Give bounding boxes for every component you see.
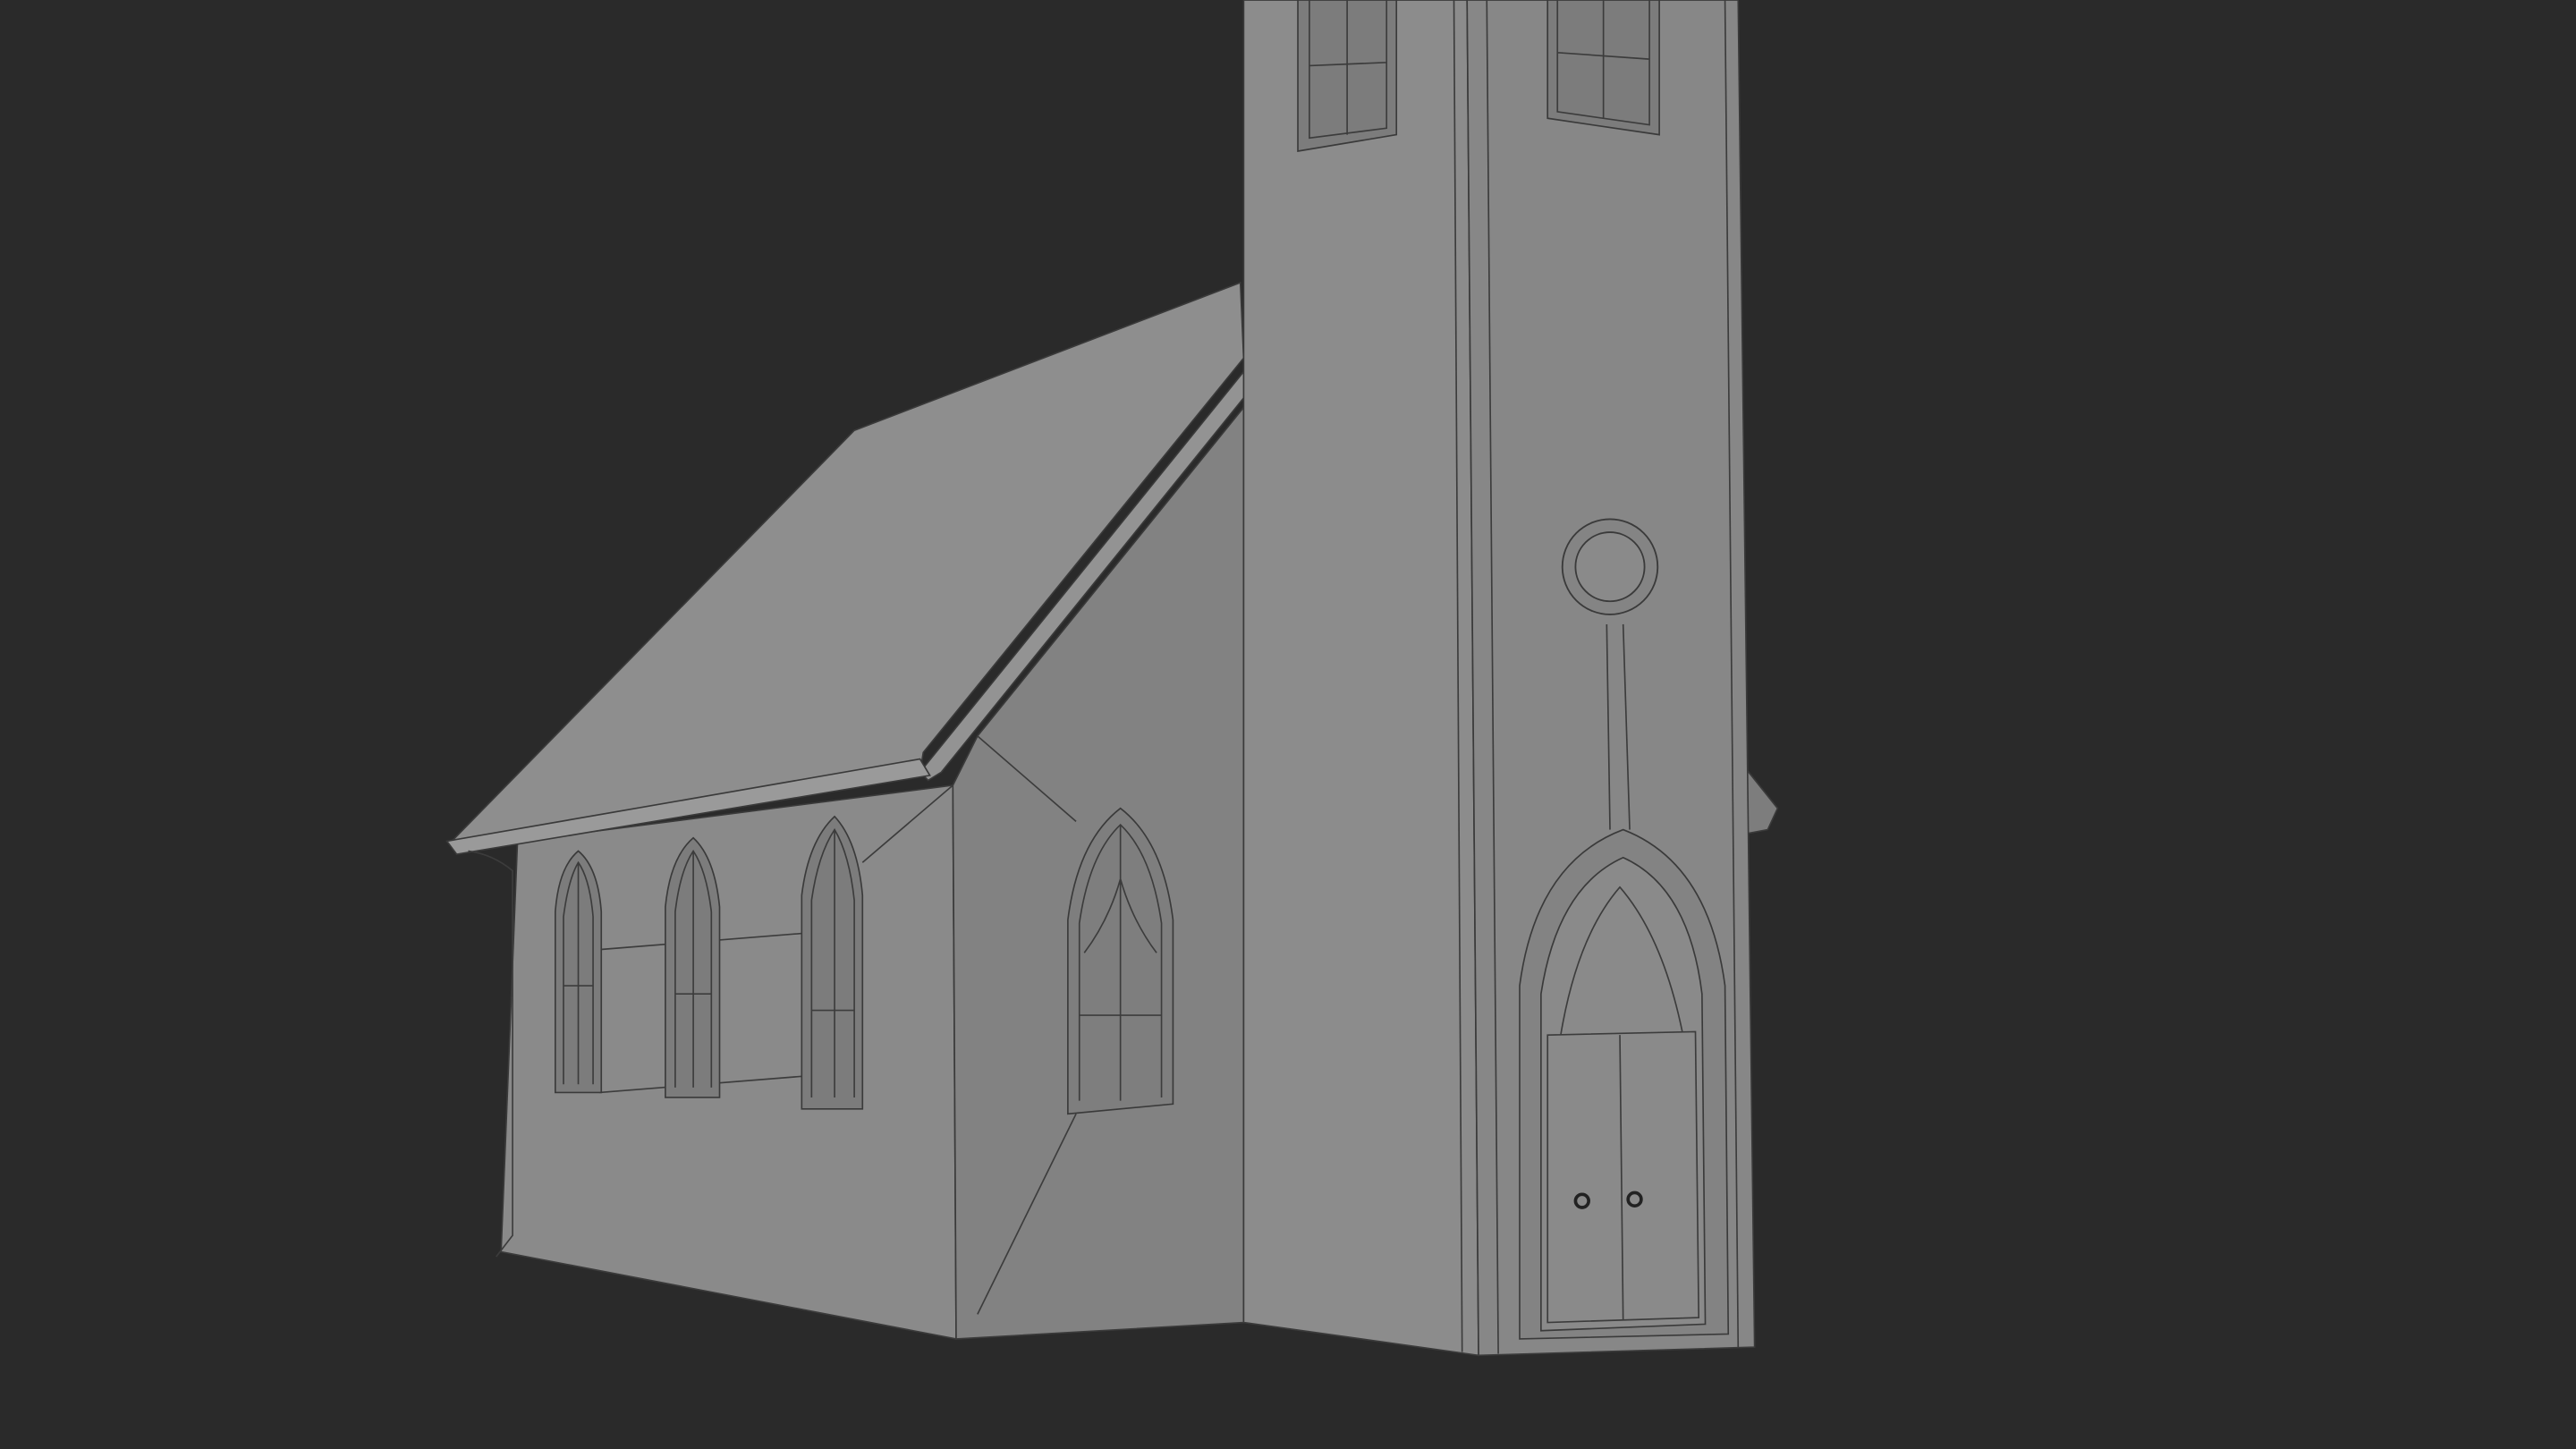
church-render xyxy=(0,0,2576,1449)
3d-viewport[interactable] xyxy=(0,0,2576,1449)
tower-left-face xyxy=(1242,0,1479,1357)
entrance-door xyxy=(1519,828,1730,1340)
